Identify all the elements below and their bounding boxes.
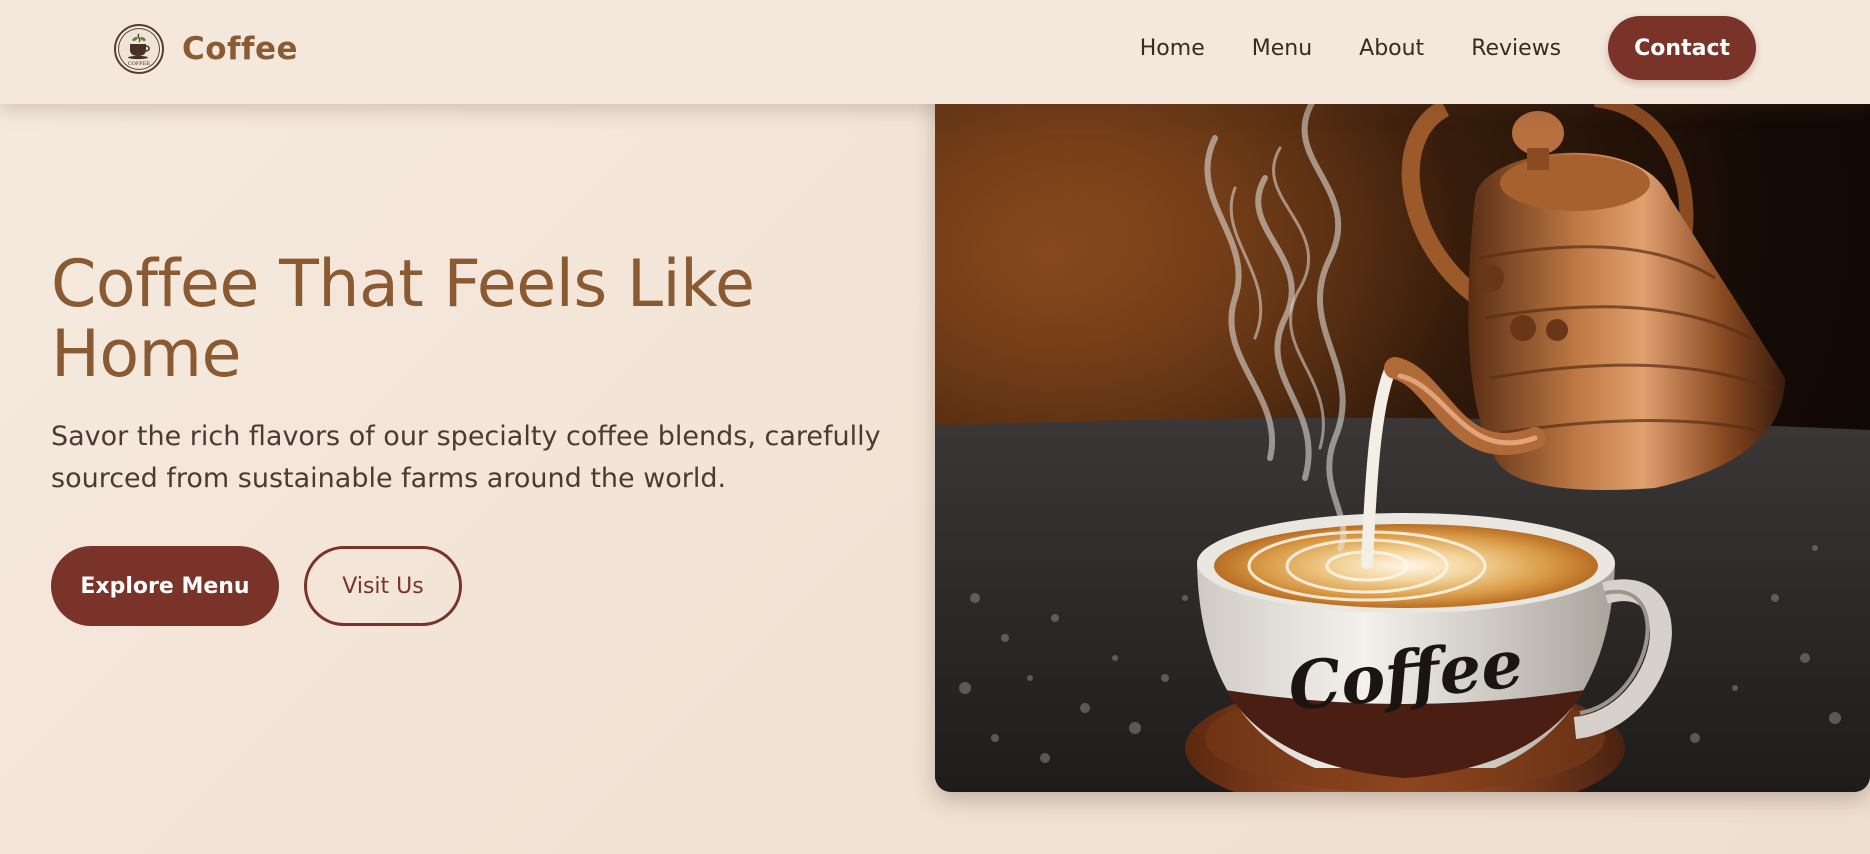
- explore-menu-button[interactable]: Explore Menu: [51, 546, 279, 626]
- navbar: COFFEE Coffee Home Menu About Reviews Co…: [0, 0, 1870, 104]
- brand[interactable]: COFFEE Coffee: [114, 24, 298, 74]
- nav-link-reviews[interactable]: Reviews: [1471, 36, 1561, 61]
- visit-us-button[interactable]: Visit Us: [304, 546, 462, 626]
- hero-image: Coffee: [935, 78, 1870, 792]
- brand-name[interactable]: Coffee: [182, 31, 298, 67]
- hero-subtitle: Savor the rich flavors of our specialty …: [51, 421, 881, 494]
- hero-title: Coffee That Feels Like Home: [51, 247, 755, 392]
- contact-button[interactable]: Contact: [1608, 16, 1756, 80]
- main-nav: Home Menu About Reviews Contact: [1140, 16, 1756, 80]
- nav-link-menu[interactable]: Menu: [1252, 36, 1312, 61]
- coffee-pour-photo: Coffee: [935, 78, 1870, 792]
- nav-link-about[interactable]: About: [1359, 36, 1424, 61]
- hero-cta-group: Explore Menu Visit Us: [51, 546, 462, 626]
- coffee-logo-icon: COFFEE: [114, 24, 164, 74]
- logo-lettering: COFFEE: [128, 61, 151, 67]
- nav-link-home[interactable]: Home: [1140, 36, 1205, 61]
